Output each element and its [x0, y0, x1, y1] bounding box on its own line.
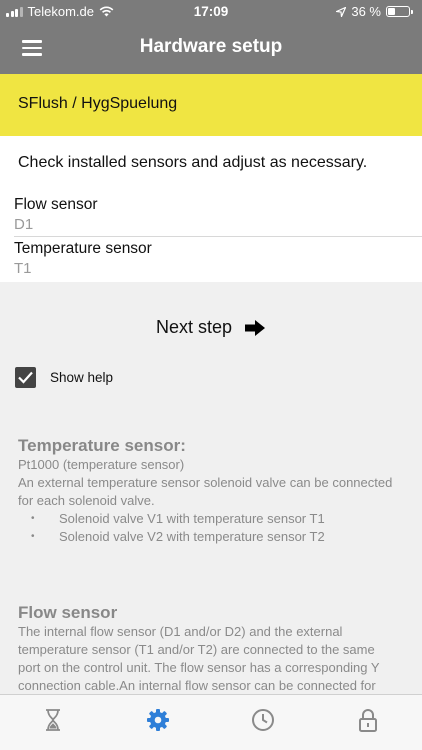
checkmark-icon — [18, 371, 33, 384]
show-help-checkbox[interactable] — [15, 367, 36, 388]
temperature-sensor-row[interactable]: Temperature sensor T1 — [14, 240, 422, 277]
tab-bar — [0, 694, 422, 750]
tab-history[interactable] — [248, 705, 278, 735]
flow-help-text: The internal flow sensor (D1 and/or D2) … — [18, 624, 380, 693]
battery-icon — [386, 6, 413, 17]
flow-sensor-label: Flow sensor — [14, 196, 98, 213]
show-help-label[interactable]: Show help — [50, 370, 113, 385]
top-bar: Telekom.de 17:09 36 % Hardware setup — [0, 0, 422, 74]
section-header: SFlush / HygSpuelung — [0, 74, 422, 136]
nav-bar: Hardware setup — [0, 24, 422, 74]
next-step-button[interactable]: Next step — [0, 317, 422, 338]
temperature-help-list: Solenoid valve V1 with temperature senso… — [31, 510, 408, 546]
sensor-card: Check installed sensors and adjust as ne… — [0, 136, 422, 282]
gear-icon — [147, 709, 169, 731]
temperature-help: Temperature sensor: Pt1000 (temperature … — [18, 436, 408, 546]
temperature-sensor-label: Temperature sensor — [14, 240, 152, 257]
help-section: Temperature sensor: Pt1000 (temperature … — [18, 436, 408, 693]
temperature-help-text: An external temperature sensor solenoid … — [18, 475, 393, 508]
battery-percent: 36 % — [351, 4, 381, 19]
lock-icon — [359, 709, 377, 732]
section-title: SFlush / HygSpuelung — [18, 95, 178, 112]
flow-sensor-row[interactable]: Flow sensor D1 — [14, 196, 422, 236]
temperature-help-heading: Temperature sensor: — [18, 436, 186, 455]
battery-fill — [388, 8, 395, 15]
clock-icon — [252, 709, 274, 731]
temperature-sensor-value: T1 — [14, 260, 32, 277]
status-bar: Telekom.de 17:09 36 % — [0, 0, 422, 24]
list-item: Solenoid valve V1 with temperature senso… — [31, 510, 408, 528]
status-right: 36 % — [336, 4, 413, 19]
location-arrow-icon — [336, 6, 347, 17]
flow-help: Flow sensor The internal flow sensor (D1… — [18, 603, 398, 695]
flow-help-heading: Flow sensor — [18, 603, 118, 622]
flow-sensor-value: D1 — [14, 216, 34, 233]
page-title: Hardware setup — [139, 36, 283, 57]
temperature-help-subtitle: Pt1000 (temperature sensor) — [18, 457, 185, 472]
intro-text: Check installed sensors and adjust as ne… — [18, 154, 368, 171]
tab-hourglass[interactable] — [38, 705, 68, 735]
hourglass-icon — [46, 709, 60, 731]
list-item: Solenoid valve V2 with temperature senso… — [31, 528, 408, 546]
next-step-label: Next step — [155, 317, 233, 337]
row-divider — [14, 236, 422, 237]
tab-lock[interactable] — [353, 705, 383, 735]
arrow-right-icon — [245, 319, 266, 336]
tab-settings[interactable] — [143, 705, 173, 735]
